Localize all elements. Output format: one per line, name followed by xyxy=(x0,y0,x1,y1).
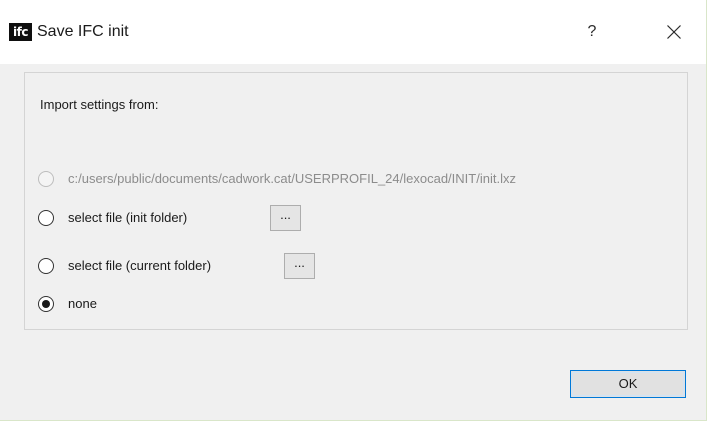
browse-init-folder-button[interactable]: ... xyxy=(270,205,301,231)
title-bar[interactable]: ifc Save IFC init ? xyxy=(0,0,706,64)
option-label[interactable]: select file (current folder) xyxy=(68,258,211,273)
close-icon xyxy=(667,25,681,39)
window-title: Save IFC init xyxy=(37,23,129,40)
dialog-client-area: Import settings from: c:/users/public/do… xyxy=(0,64,706,420)
option-label[interactable]: select file (init folder) xyxy=(68,210,187,225)
dialog-window: ifc Save IFC init ? Import settings from… xyxy=(0,0,707,421)
radio-button[interactable] xyxy=(38,258,54,274)
browse-current-folder-button[interactable]: ... xyxy=(284,253,315,279)
close-button[interactable] xyxy=(654,15,694,49)
radio-button xyxy=(38,171,54,187)
ok-button[interactable]: OK xyxy=(570,370,686,398)
radio-button[interactable] xyxy=(38,296,54,312)
radio-button[interactable] xyxy=(38,210,54,226)
group-label: Import settings from: xyxy=(40,97,159,112)
import-settings-group: Import settings from: c:/users/public/do… xyxy=(24,72,688,330)
option-label[interactable]: none xyxy=(68,296,97,311)
ifc-app-icon: ifc xyxy=(9,23,32,41)
option-label: c:/users/public/documents/cadwork.cat/US… xyxy=(68,171,516,186)
help-button[interactable]: ? xyxy=(577,18,607,46)
